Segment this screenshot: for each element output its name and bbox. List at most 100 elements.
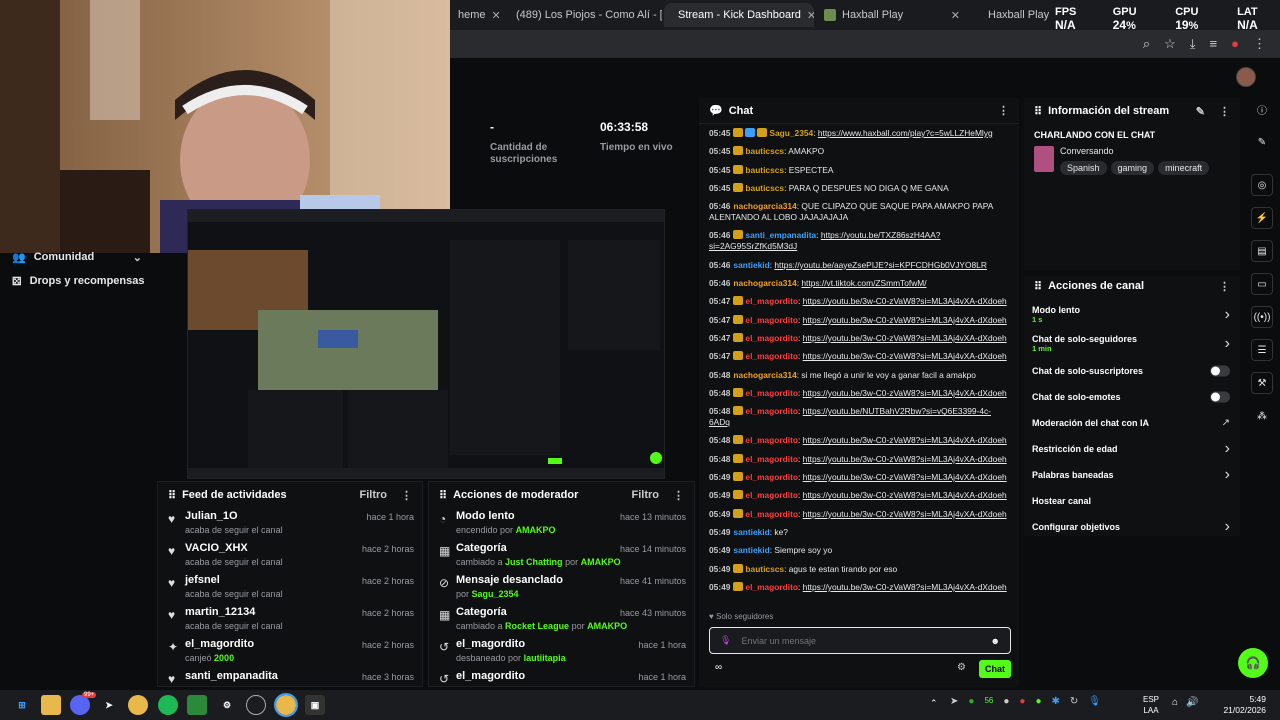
close-icon[interactable]: ✕	[951, 9, 960, 22]
app2-tray-icon[interactable]: ●	[1003, 696, 1009, 707]
channel-action-item[interactable]: Modo lento 1 s ›	[1024, 300, 1240, 329]
chat-username[interactable]: bauticscs	[745, 183, 784, 193]
list-item[interactable]: ↺ el_magordito desbaneado por lautiitapia h…	[429, 636, 694, 668]
chat-message[interactable]: 05:49 santiekid: Siempre soy yo	[709, 545, 1009, 556]
emoji-icon[interactable]: ☻	[991, 636, 1000, 646]
chat-username[interactable]: santiekid	[733, 545, 769, 555]
epic-games-icon[interactable]: ▣	[305, 695, 325, 715]
mod-action-target[interactable]: AMAKPO	[516, 525, 556, 535]
chat-message[interactable]: 05:47 el_magordito: https://youtu.be/3w-C…	[709, 296, 1009, 307]
channel-action-item[interactable]: Chat de solo-suscriptores	[1024, 358, 1240, 384]
chat-text[interactable]: https://www.haxball.com/play?c=5wLLZHeMl…	[818, 128, 993, 138]
chat-message[interactable]: 05:45 bauticscs: AMAKPO	[709, 146, 1009, 157]
toggle-switch[interactable]	[1210, 391, 1230, 403]
filter-button[interactable]: Filtro	[632, 489, 660, 502]
reading-list-icon[interactable]: ≡	[1210, 36, 1218, 52]
settings-gear-icon[interactable]: ⚙	[957, 662, 966, 673]
chat-username[interactable]: el_magordito	[745, 388, 798, 398]
chat-username[interactable]: el_magordito	[745, 582, 798, 592]
list-icon[interactable]: ☰	[1251, 339, 1273, 361]
chat-message[interactable]: 05:47 el_magordito: https://youtu.be/3w-C…	[709, 351, 1009, 362]
mod-action-target[interactable]: lautiitapia	[524, 653, 566, 663]
channel-action-item[interactable]: Configurar objetivos ›	[1024, 514, 1240, 540]
app4-tray-icon[interactable]: ●	[1035, 696, 1041, 707]
list-item[interactable]: ♥ martin_12134 acaba de seguir el canal hac…	[158, 604, 422, 636]
chat-username[interactable]: el_magordito	[745, 296, 798, 306]
mod-action-target[interactable]: Sagu_2354	[472, 589, 519, 599]
tab-youtube[interactable]: (489) Los Piojos - Como Alí - [S✕	[502, 3, 662, 27]
chat-text[interactable]: https://youtu.be/3w-C0-zVaW8?si=ML3Aj4vX…	[803, 490, 1007, 500]
chat-username[interactable]: el_magordito	[745, 351, 798, 361]
more-dots-icon[interactable]: ⁂	[1251, 405, 1273, 427]
chat-message[interactable]: 05:46 nachogarcia314: https://vt.tiktok.c…	[709, 278, 1009, 289]
chat-username[interactable]: Sagu_2354	[769, 128, 813, 138]
chat-username[interactable]: santiekid	[733, 527, 769, 537]
tray-chevron-icon[interactable]: ⌃	[930, 698, 938, 709]
chat-username[interactable]: nachogarcia314	[733, 278, 796, 288]
chat-message[interactable]: 05:48 el_magordito: https://youtu.be/NUTB…	[709, 406, 1009, 428]
menu-icon[interactable]: ⋮	[1253, 36, 1266, 52]
chrome-active-icon[interactable]	[274, 693, 298, 717]
chat-username[interactable]: bauticscs	[745, 564, 784, 574]
bluetooth-tray-icon[interactable]: ✱	[1051, 696, 1059, 707]
chat-text[interactable]: https://youtu.be/TXZ86szH4AA?si=2AG95SrZ…	[709, 230, 940, 251]
info-icon[interactable]: ⓘ	[1251, 98, 1273, 120]
chat-message[interactable]: 05:48 el_magordito: https://youtu.be/3w-C…	[709, 435, 1009, 446]
drag-handle-icon[interactable]: ⠿	[1034, 280, 1042, 293]
chat-text[interactable]: https://youtu.be/3w-C0-zVaW8?si=ML3Aj4vX…	[803, 582, 1007, 592]
link-icon[interactable]: ∞	[715, 662, 722, 673]
channel-action-item[interactable]: Restricción de edad ›	[1024, 436, 1240, 462]
chat-message[interactable]: 05:48 el_magordito: https://youtu.be/3w-C…	[709, 453, 1009, 465]
chat-username[interactable]: nachogarcia314	[733, 201, 796, 211]
stream-tag[interactable]: Spanish	[1060, 161, 1107, 175]
chat-username[interactable]: santiekid	[733, 260, 769, 270]
chat-username[interactable]: el_magordito	[745, 454, 798, 464]
settings-icon[interactable]: ⚙	[217, 695, 237, 715]
zoom-icon[interactable]: ⌕	[1143, 36, 1150, 52]
chat-text[interactable]: https://youtu.be/3w-C0-zVaW8?si=ML3Aj4vX…	[803, 296, 1007, 306]
support-button[interactable]: 🎧	[1238, 648, 1268, 678]
obs-icon[interactable]	[246, 695, 266, 715]
chat-username[interactable]: el_magordito	[745, 406, 798, 416]
chat-text[interactable]: https://youtu.be/aayeZsePIJE?si=KPFCDHGb…	[774, 260, 987, 270]
refresh-tray-icon[interactable]: ↻	[1070, 696, 1078, 707]
stream-tag[interactable]: gaming	[1110, 161, 1155, 175]
more-icon[interactable]: ⋮	[401, 489, 412, 502]
chat-message[interactable]: 05:45 Sagu_2354: https://www.haxball.com/…	[709, 128, 1009, 139]
tools-icon[interactable]: ⚒	[1251, 372, 1273, 394]
camera-icon[interactable]: ◎	[1251, 174, 1273, 196]
chat-text[interactable]: https://youtu.be/3w-C0-zVaW8?si=ML3Aj4vX…	[803, 472, 1007, 482]
download-icon[interactable]: ⤓	[1190, 36, 1196, 52]
chat-text[interactable]: https://vt.tiktok.com/ZSmmTofwM/	[801, 278, 926, 288]
stream-tag[interactable]: minecraft	[1158, 161, 1210, 175]
chat-message[interactable]: 05:48 el_magordito: https://youtu.be/3w-C…	[709, 387, 1009, 399]
more-icon[interactable]: ⋮	[998, 104, 1009, 117]
user-avatar[interactable]	[1236, 67, 1256, 87]
chat-text[interactable]: https://youtu.be/3w-C0-zVaW8?si=ML3Aj4vX…	[803, 333, 1007, 343]
chat-text[interactable]: https://youtu.be/3w-C0-zVaW8?si=ML3Aj4vX…	[803, 315, 1007, 325]
tab-haxball-2[interactable]: Haxball Play	[974, 3, 1050, 27]
chat-message[interactable]: 05:45 bauticscs: ESPECTEA	[709, 164, 1009, 176]
chat-message[interactable]: 05:49 santiekid: ke?	[709, 527, 1009, 538]
chat-message[interactable]: 05:48 nachogarcia314: si me llegó a unir …	[709, 370, 1009, 381]
chat-text[interactable]: https://youtu.be/3w-C0-zVaW8?si=ML3Aj4vX…	[803, 435, 1007, 445]
app-tray-icon[interactable]: ●	[968, 696, 974, 707]
chat-message[interactable]: 05:46 santiekid: https://youtu.be/aayeZse…	[709, 260, 1009, 271]
mod-action-target[interactable]: Rocket League	[505, 621, 569, 631]
tab-theme[interactable]: heme ✕	[450, 3, 500, 27]
discord-icon[interactable]	[70, 695, 90, 715]
chat-message[interactable]: 05:45 bauticscs: PARA Q DESPUES NO DIGA Q…	[709, 182, 1009, 194]
notes-icon[interactable]: ▤	[1251, 240, 1273, 262]
list-item[interactable]: ✦ el_magordito canjeó 2000 hace 2 horas	[158, 636, 422, 668]
list-item[interactable]: ⊘ Mensaje desanclado por Sagu_2354 hace 41 …	[429, 572, 694, 604]
mod-action-user[interactable]: AMAKPO	[581, 557, 621, 567]
chat-send-button[interactable]: Chat	[979, 660, 1011, 678]
drag-handle-icon[interactable]: ⠿	[1034, 105, 1042, 118]
channel-action-item[interactable]: Moderación del chat con IA ↗	[1024, 410, 1240, 436]
chat-message[interactable]: 05:49 el_magordito: https://youtu.be/3w-C…	[709, 581, 1009, 593]
chat-username[interactable]: el_magordito	[745, 333, 798, 343]
mod-action-user[interactable]: AMAKPO	[587, 621, 627, 631]
chat-text[interactable]: https://youtu.be/3w-C0-zVaW8?si=ML3Aj4vX…	[803, 388, 1007, 398]
edit-icon[interactable]: ✎	[1251, 131, 1273, 153]
toggle-switch[interactable]	[1210, 365, 1230, 377]
